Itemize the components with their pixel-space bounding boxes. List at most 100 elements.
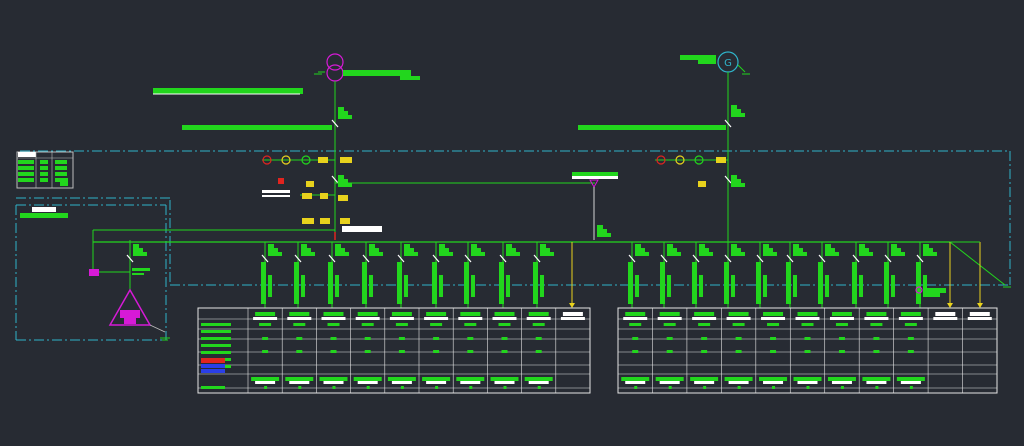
cell-value bbox=[873, 350, 880, 353]
source-label bbox=[343, 70, 411, 76]
tag-block bbox=[825, 252, 839, 256]
cell-value bbox=[840, 386, 844, 389]
legend-title bbox=[18, 152, 36, 157]
cell-value bbox=[464, 323, 477, 326]
cell-value bbox=[701, 337, 708, 340]
cell-value bbox=[255, 381, 276, 384]
tag-block bbox=[301, 248, 311, 252]
drawing-canvas: G bbox=[15, 51, 1011, 394]
transformer-label bbox=[120, 310, 140, 318]
single-line-diagram: G bbox=[0, 0, 1024, 446]
ct-icon bbox=[338, 195, 348, 201]
feeder-label-vertical bbox=[533, 262, 538, 304]
feeder-label-vertical bbox=[471, 275, 475, 297]
tag-block bbox=[763, 248, 773, 252]
cell-value bbox=[426, 381, 447, 384]
feeder-label-vertical bbox=[916, 262, 921, 304]
cell-value bbox=[770, 337, 777, 340]
tag-block bbox=[338, 111, 348, 115]
cell-value bbox=[724, 377, 753, 381]
tag-block bbox=[825, 244, 831, 248]
transformer-label bbox=[124, 318, 136, 324]
tag-block bbox=[404, 244, 410, 248]
cell-title bbox=[728, 312, 749, 316]
cell-value bbox=[430, 323, 443, 326]
tag-block bbox=[132, 268, 150, 271]
cell-value bbox=[535, 337, 542, 340]
cell-title bbox=[426, 312, 447, 316]
tag-block bbox=[731, 175, 737, 179]
tag-block bbox=[699, 248, 709, 252]
transformer-circle-icon bbox=[326, 64, 344, 82]
tag-block bbox=[268, 248, 278, 252]
arrow-icon bbox=[947, 303, 953, 308]
cell-value bbox=[804, 337, 811, 340]
tag-block bbox=[369, 248, 379, 252]
cell-value bbox=[366, 386, 370, 389]
cell-title bbox=[494, 312, 515, 316]
feeder-label-vertical bbox=[404, 275, 408, 297]
legend-symbol bbox=[60, 178, 68, 186]
legend-row bbox=[40, 172, 48, 176]
tag-block bbox=[133, 252, 147, 256]
tag-block bbox=[335, 252, 349, 256]
cell-value bbox=[467, 337, 474, 340]
ct-icon bbox=[318, 157, 328, 163]
cell-title bbox=[763, 312, 784, 316]
legend-row bbox=[40, 166, 48, 170]
tag-block bbox=[506, 252, 520, 256]
tag-block bbox=[667, 248, 677, 252]
cell-title bbox=[289, 312, 310, 316]
cell-value bbox=[364, 350, 371, 353]
tag-block bbox=[635, 248, 645, 252]
tag-block bbox=[859, 244, 865, 248]
row-heading-blue bbox=[201, 364, 225, 368]
cell-value bbox=[532, 323, 545, 326]
cell-value bbox=[875, 386, 879, 389]
cell-value bbox=[387, 377, 416, 381]
cell-value bbox=[732, 323, 745, 326]
cell-title-line bbox=[726, 317, 751, 320]
cell-value bbox=[629, 323, 642, 326]
cell-title-line bbox=[560, 317, 585, 320]
cell-title bbox=[625, 312, 646, 316]
cell-title-line bbox=[458, 317, 483, 320]
cell-value bbox=[835, 323, 848, 326]
source-label bbox=[680, 55, 716, 60]
feeder-label-vertical bbox=[891, 275, 895, 297]
cell-title-line bbox=[898, 317, 923, 320]
section-label bbox=[182, 125, 332, 130]
cell-value bbox=[907, 337, 914, 340]
cell-value bbox=[663, 323, 676, 326]
coupler-label-underline bbox=[572, 176, 618, 179]
legend-row bbox=[18, 172, 34, 176]
feeder-label-vertical bbox=[268, 275, 272, 297]
cell-value bbox=[319, 377, 348, 381]
cell-value bbox=[332, 386, 336, 389]
cell-title-line bbox=[526, 317, 551, 320]
cell-value bbox=[862, 377, 891, 381]
feeder-label-vertical bbox=[261, 262, 266, 304]
cell-value bbox=[666, 337, 673, 340]
row-heading bbox=[201, 330, 231, 333]
cell-value bbox=[668, 386, 672, 389]
cell-value bbox=[353, 377, 382, 381]
tag-block bbox=[891, 244, 897, 248]
meter-icon bbox=[278, 178, 284, 184]
cell-value bbox=[701, 350, 708, 353]
tag-block bbox=[923, 252, 937, 256]
cell-value bbox=[435, 386, 439, 389]
feeder-label-vertical bbox=[301, 275, 305, 297]
tag-block bbox=[763, 244, 769, 248]
cell-title-line bbox=[389, 317, 414, 320]
cell-value bbox=[759, 377, 788, 381]
cell-value bbox=[666, 350, 673, 353]
feeder-label-vertical bbox=[756, 262, 761, 304]
tag-block bbox=[540, 248, 550, 252]
tag-block bbox=[506, 244, 512, 248]
tag-block bbox=[369, 252, 383, 256]
tag-block bbox=[926, 288, 946, 293]
ct-icon bbox=[320, 193, 328, 199]
tag-block bbox=[268, 244, 274, 248]
tag-block bbox=[667, 252, 681, 256]
